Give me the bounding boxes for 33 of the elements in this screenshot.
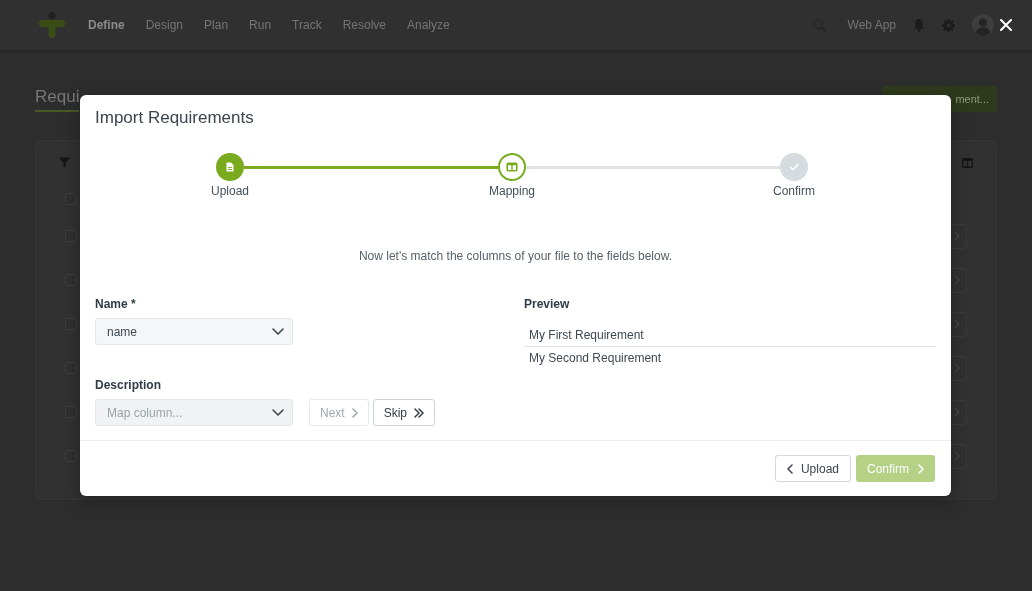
logo-icon[interactable] xyxy=(38,12,66,38)
preview-row-text: My First Requirement xyxy=(528,327,645,344)
chevron-right-icon xyxy=(351,407,358,418)
app-switcher[interactable]: Web App xyxy=(847,18,896,32)
close-icon[interactable] xyxy=(1000,19,1012,31)
filter-icon[interactable] xyxy=(59,157,70,168)
nav-tab[interactable]: Track xyxy=(292,17,322,33)
back-button[interactable]: Upload xyxy=(774,455,851,482)
nav-tab[interactable]: Define xyxy=(88,17,125,33)
columns-icon[interactable] xyxy=(962,157,973,168)
column-select[interactable]: name xyxy=(95,318,293,345)
nav-tab[interactable]: Plan xyxy=(204,17,229,33)
preview-title: Preview xyxy=(524,297,570,311)
step-label: Confirm xyxy=(773,184,815,198)
chevron-right-icon xyxy=(918,463,924,474)
nav-tab[interactable]: Analyze xyxy=(407,17,450,33)
column-select[interactable]: Map column... xyxy=(95,399,293,426)
nav-tab[interactable]: Resolve xyxy=(342,17,386,33)
step-label: Upload xyxy=(211,184,249,198)
field-label: Description xyxy=(95,378,161,392)
double-chevron-right-icon xyxy=(414,407,425,418)
step-label: Mapping xyxy=(489,184,535,198)
nav-tab[interactable]: Design xyxy=(145,17,184,33)
preview-row: My Second Requirement xyxy=(524,346,936,368)
nav-tab[interactable]: Run xyxy=(249,17,272,33)
dialog-title: Import Requirements xyxy=(95,107,255,129)
chevron-down-icon xyxy=(272,409,284,416)
skip-button[interactable]: Skip xyxy=(372,399,436,426)
chevron-left-icon xyxy=(786,463,793,474)
avatar-icon[interactable] xyxy=(972,14,994,36)
field-label: Name * xyxy=(95,297,136,311)
instruction-text: Now let's match the columns of your file to the fields below. xyxy=(358,248,673,264)
chevron-down-icon xyxy=(272,328,284,335)
